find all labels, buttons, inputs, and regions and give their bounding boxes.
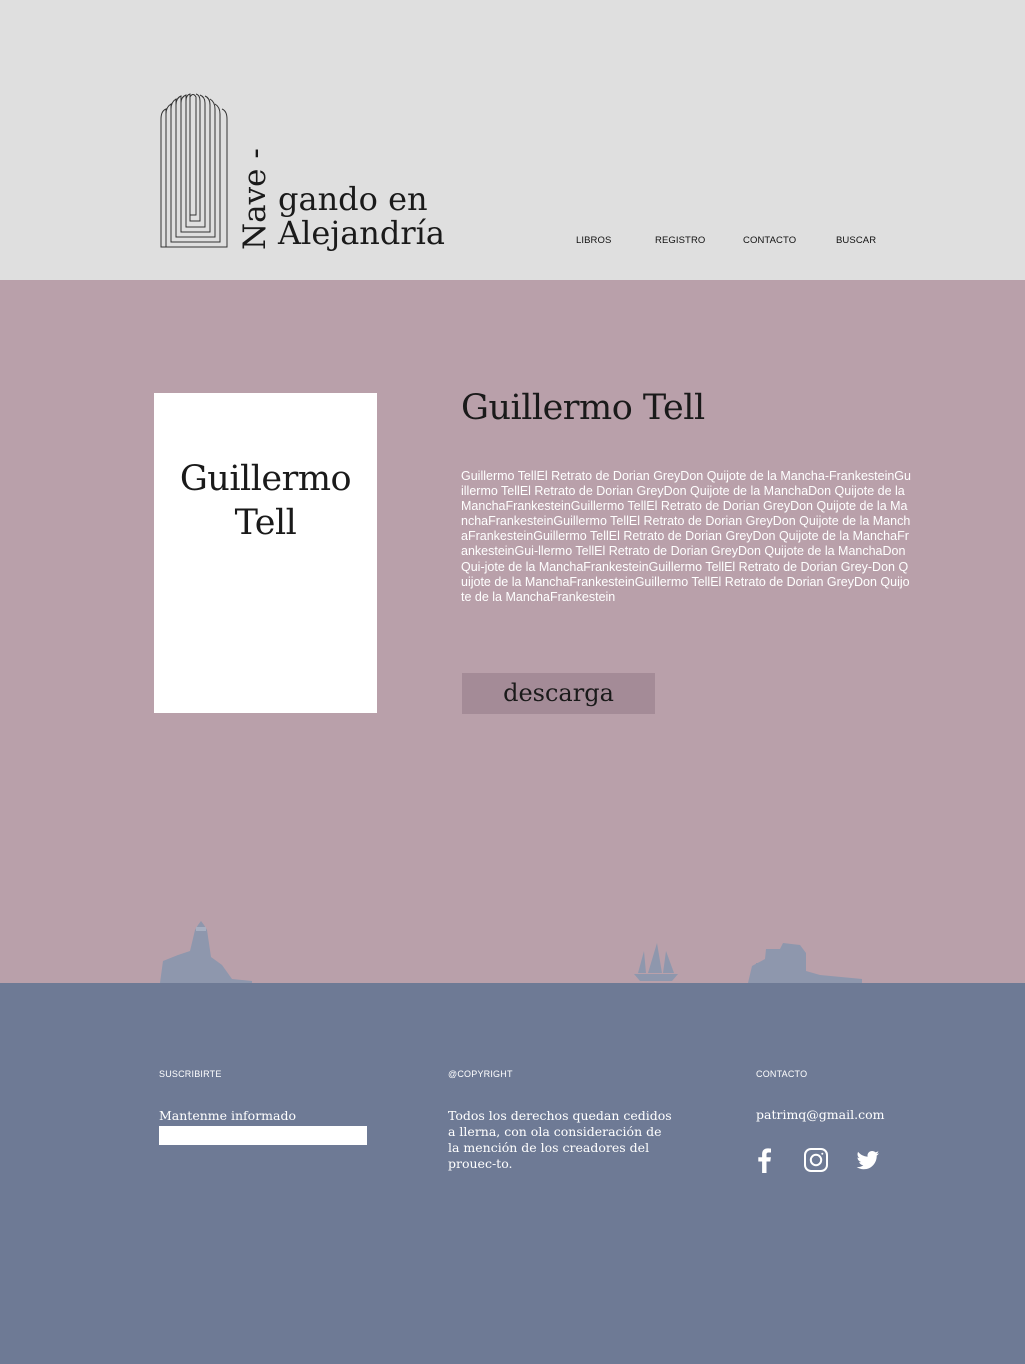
fortress-icon xyxy=(748,943,862,983)
book-section: Guillermo Tell Guillermo Tell Guillermo … xyxy=(0,280,1025,983)
logo-text-line1: gando en xyxy=(278,180,428,218)
nav-registro[interactable]: REGISTRO xyxy=(655,235,705,246)
book-cover[interactable]: Guillermo Tell xyxy=(154,393,377,713)
book-description: Guillermo TellEl Retrato de Dorian GreyD… xyxy=(461,469,911,604)
cover-title: Guillermo Tell xyxy=(154,457,377,545)
twitter-icon[interactable] xyxy=(855,1147,881,1173)
subscribe-heading: SUSCRIBIRTE xyxy=(159,1069,222,1079)
logo-arch-icon[interactable] xyxy=(159,93,231,250)
nav-libros[interactable]: LIBROS xyxy=(576,235,611,246)
lighthouse-icon xyxy=(160,921,252,983)
logo-text-vertical: Nave - xyxy=(237,148,273,250)
sailboat-icon xyxy=(634,943,678,981)
nav-contacto[interactable]: CONTACTO xyxy=(743,235,796,246)
contact-heading: CONTACTO xyxy=(756,1069,808,1079)
facebook-icon[interactable] xyxy=(752,1147,778,1173)
copyright-heading: @COPYRIGHT xyxy=(448,1069,513,1079)
contact-email-link[interactable]: patrimq@gmail.com xyxy=(756,1107,884,1123)
cover-title-line1: Guillermo xyxy=(179,459,352,499)
download-button[interactable]: descarga xyxy=(462,673,655,714)
book-title: Guillermo Tell xyxy=(461,388,705,428)
nav-buscar[interactable]: BUSCAR xyxy=(836,235,876,246)
instagram-icon[interactable] xyxy=(803,1147,829,1173)
coastline-silhouettes xyxy=(160,921,862,983)
cover-title-line2: Tell xyxy=(234,503,297,543)
subscribe-label: Mantenme informado xyxy=(159,1108,297,1123)
site-header: Nave - gando en Alejandría LIBROS REGIST… xyxy=(0,0,1025,280)
copyright-text: Todos los derechos quedan cedidos a ller… xyxy=(448,1108,672,1171)
subscribe-email-input[interactable] xyxy=(159,1126,367,1145)
logo-text-line2: Alejandría xyxy=(278,214,445,252)
